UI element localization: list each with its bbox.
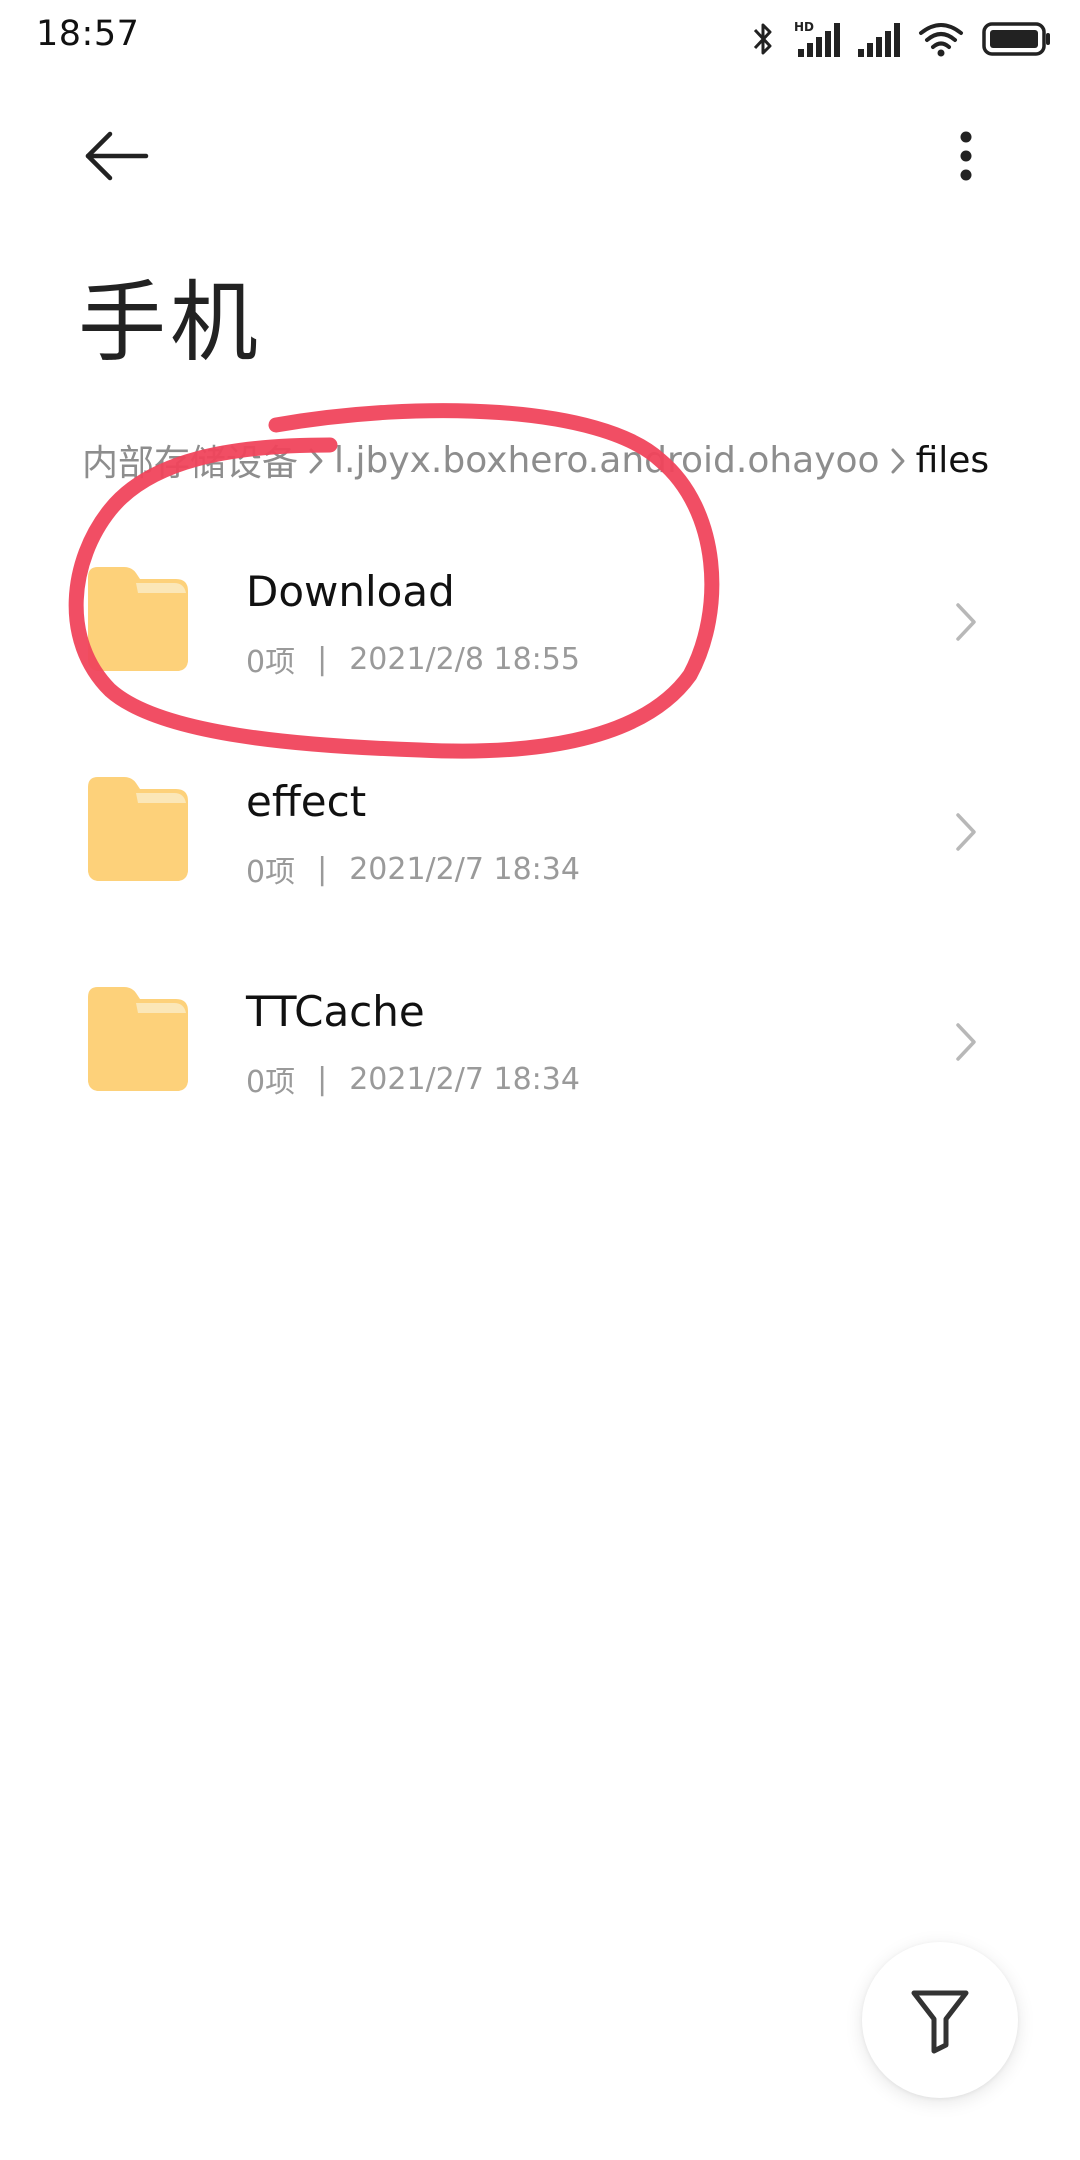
chevron-right-icon: [884, 440, 912, 480]
chevron-right-icon: [956, 813, 976, 851]
filter-icon: [911, 1990, 969, 2054]
file-name: TTCache: [246, 987, 425, 1036]
file-meta: 0项 | 2021/2/8 18:55: [246, 637, 580, 681]
item-count: 0项: [246, 855, 296, 890]
meta-divider: |: [317, 1061, 328, 1097]
breadcrumb-item-package[interactable]: l.jbyx.boxhero.android.ohayoo: [334, 440, 880, 481]
chevron-right-icon: [956, 1023, 976, 1061]
status-icons: HD: [752, 18, 1052, 60]
folder-icon: [88, 987, 188, 1091]
hd-signal-icon: HD: [794, 20, 840, 57]
back-button[interactable]: [80, 126, 152, 186]
status-time: 18:57: [36, 14, 140, 54]
more-vertical-icon: [960, 131, 972, 181]
folder-row-download[interactable]: Download 0项 | 2021/2/8 18:55: [0, 545, 1080, 755]
folder-row-ttcache[interactable]: TTCache 0项 | 2021/2/7 18:34: [0, 965, 1080, 1175]
status-bar: 18:57 HD: [0, 0, 1080, 76]
meta-divider: |: [317, 851, 328, 887]
svg-text:HD: HD: [794, 20, 814, 34]
chevron-right-icon: [302, 440, 330, 480]
file-meta: 0项 | 2021/2/7 18:34: [246, 1057, 580, 1101]
file-list: Download 0项 | 2021/2/8 18:55 effect 0项 |…: [0, 545, 1080, 1175]
meta-divider: |: [317, 641, 328, 677]
signal-icon: [858, 23, 900, 57]
wifi-icon: [919, 23, 963, 57]
item-count: 0项: [246, 1065, 296, 1100]
battery-icon: [982, 22, 1050, 56]
file-meta: 0项 | 2021/2/7 18:34: [246, 847, 580, 891]
chevron-right-icon: [956, 603, 976, 641]
item-count: 0项: [246, 645, 296, 680]
folder-icon: [88, 777, 188, 881]
filter-button[interactable]: [862, 1942, 1018, 2098]
modified-date: 2021/2/7 18:34: [349, 851, 580, 887]
arrow-left-icon: [85, 131, 149, 181]
folder-row-effect[interactable]: effect 0项 | 2021/2/7 18:34: [0, 755, 1080, 965]
page-title: 手机: [78, 271, 263, 374]
breadcrumb-item-internal-storage[interactable]: 内部存储设备: [82, 434, 298, 486]
more-options-button[interactable]: [944, 126, 988, 186]
breadcrumb-item-files[interactable]: files: [916, 440, 990, 481]
folder-icon: [88, 567, 188, 671]
modified-date: 2021/2/8 18:55: [349, 641, 580, 677]
file-manager-screen: 18:57 HD 手机 内部存储设备 l.jbyx.boxhero.androi…: [0, 0, 1080, 2160]
file-name: effect: [246, 777, 367, 826]
file-name: Download: [246, 567, 455, 616]
modified-date: 2021/2/7 18:34: [349, 1061, 580, 1097]
bluetooth-icon: [753, 23, 772, 55]
breadcrumb: 内部存储设备 l.jbyx.boxhero.android.ohayoo fil…: [82, 432, 1002, 488]
